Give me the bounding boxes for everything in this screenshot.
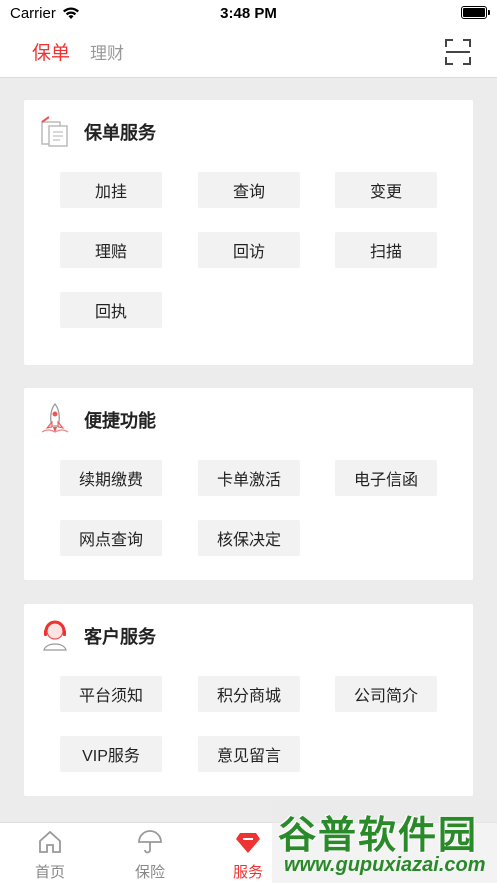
card-header: 保单服务	[24, 100, 473, 160]
section-title: 客户服务	[84, 627, 156, 647]
card-header: 便捷功能	[24, 388, 473, 448]
watermark: 谷普软件园 www.gupuxiazai.com	[272, 800, 497, 883]
tab-label: 保险	[134, 864, 165, 881]
clock: 3:48 PM	[220, 4, 277, 22]
home-icon	[39, 830, 61, 853]
points-mall-button[interactable]: 积分商城	[198, 676, 300, 712]
renewal-payment-button[interactable]: 续期缴费	[60, 460, 162, 496]
vip-service-button[interactable]: VIP服务	[60, 736, 162, 772]
card-activation-button[interactable]: 卡单激活	[198, 460, 300, 496]
query-button[interactable]: 查询	[198, 172, 300, 208]
tab-label: 服务	[232, 864, 263, 881]
section-title: 便捷功能	[84, 411, 156, 431]
platform-notice-button[interactable]: 平台须知	[60, 676, 162, 712]
add-rider-button[interactable]: 加挂	[60, 172, 162, 208]
feedback-button[interactable]: 意见留言	[198, 736, 300, 772]
change-button[interactable]: 变更	[335, 172, 437, 208]
underwriting-decision-button[interactable]: 核保决定	[198, 520, 300, 556]
section-title: 保单服务	[84, 123, 156, 143]
quick-functions-card: 便捷功能 续期缴费 卡单激活 电子信函 网点查询 核保决定	[24, 388, 473, 580]
receipt-button[interactable]: 回执	[60, 292, 162, 328]
tab-insurance[interactable]: 保险	[100, 823, 200, 883]
branch-query-button[interactable]: 网点查询	[60, 520, 162, 556]
card-header: 客户服务	[24, 604, 473, 664]
customer-service-card: 客户服务 平台须知 积分商城 公司简介 VIP服务 意见留言	[24, 604, 473, 796]
watermark-url: www.gupuxiazai.com	[284, 854, 486, 876]
carrier-info: Carrier	[10, 5, 80, 22]
umbrella-icon	[138, 830, 162, 854]
tab-finance[interactable]: 理财	[90, 39, 124, 64]
watermark-title: 谷普软件园	[278, 815, 479, 857]
e-letter-button[interactable]: 电子信函	[335, 460, 437, 496]
status-bar: Carrier 3:48 PM	[0, 0, 497, 26]
service-diamond-icon	[236, 833, 260, 853]
top-nav: 保单 理财	[0, 26, 497, 78]
claim-button[interactable]: 理赔	[60, 232, 162, 268]
policy-service-card: 保单服务 加挂 查询 变更 理赔 回访 扫描 回执	[24, 100, 473, 365]
rocket-icon	[41, 402, 69, 433]
wifi-icon	[62, 7, 79, 19]
carrier-label: Carrier	[10, 4, 56, 22]
policy-document-icon	[41, 116, 68, 147]
scan-button[interactable]: 扫描	[335, 232, 437, 268]
tab-home[interactable]: 首页	[0, 823, 100, 883]
tab-policy[interactable]: 保单	[32, 38, 70, 65]
battery-icon	[461, 6, 490, 19]
customer-service-icon	[43, 620, 67, 651]
company-intro-button[interactable]: 公司简介	[335, 676, 437, 712]
tab-label: 首页	[34, 864, 65, 881]
scan-icon[interactable]	[445, 39, 471, 65]
revisit-button[interactable]: 回访	[198, 232, 300, 268]
